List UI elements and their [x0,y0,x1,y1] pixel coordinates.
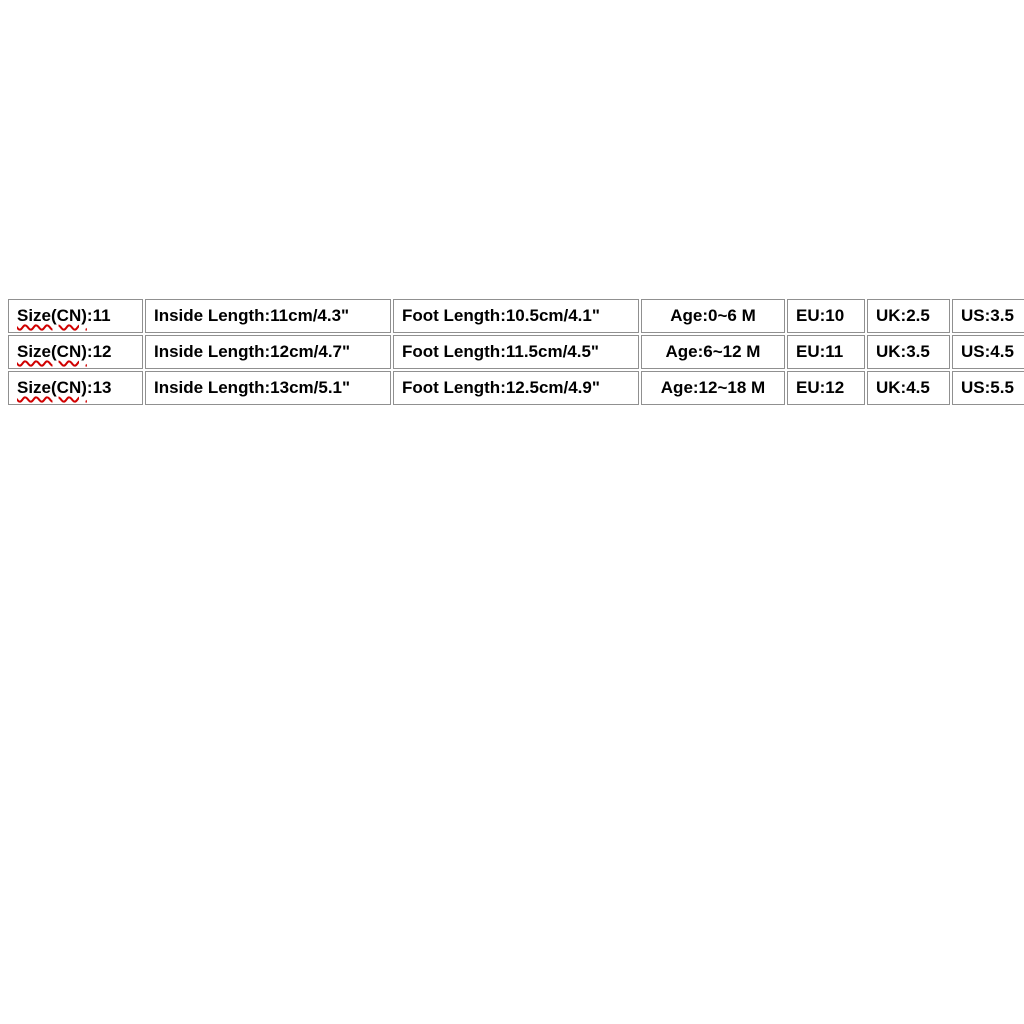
cell-foot-length: Foot Length:11.5cm/4.5" [393,335,639,369]
cell-foot-length: Foot Length:12.5cm/4.9" [393,371,639,405]
size-table: Size(CN):11 Inside Length:11cm/4.3" Foot… [6,297,1024,407]
value-size-cn-num: 13 [93,378,112,397]
cell-us: US:5.5 [952,371,1024,405]
cell-eu: EU:11 [787,335,865,369]
cell-us: US:3.5 [952,299,1024,333]
cell-age: Age:12~18 M [641,371,785,405]
cell-eu: EU:10 [787,299,865,333]
label-size-cn: Size(CN) [17,378,87,397]
cell-eu: EU:12 [787,371,865,405]
cell-inside-length: Inside Length:12cm/4.7" [145,335,391,369]
label-size-cn: Size(CN) [17,306,87,325]
cell-size-cn: Size(CN):12 [8,335,143,369]
label-size-cn: Size(CN) [17,342,87,361]
table-row: Size(CN):13 Inside Length:13cm/5.1" Foot… [8,371,1024,405]
cell-uk: UK:2.5 [867,299,950,333]
table-row: Size(CN):12 Inside Length:12cm/4.7" Foot… [8,335,1024,369]
value-size-cn-num: 11 [93,306,111,325]
cell-inside-length: Inside Length:13cm/5.1" [145,371,391,405]
cell-age: Age:0~6 M [641,299,785,333]
cell-inside-length: Inside Length:11cm/4.3" [145,299,391,333]
cell-size-cn: Size(CN):13 [8,371,143,405]
cell-us: US:4.5 [952,335,1024,369]
cell-uk: UK:3.5 [867,335,950,369]
cell-age: Age:6~12 M [641,335,785,369]
table-row: Size(CN):11 Inside Length:11cm/4.3" Foot… [8,299,1024,333]
cell-size-cn: Size(CN):11 [8,299,143,333]
size-table-wrapper: Size(CN):11 Inside Length:11cm/4.3" Foot… [6,297,1018,407]
cell-uk: UK:4.5 [867,371,950,405]
value-size-cn-num: 12 [93,342,112,361]
cell-foot-length: Foot Length:10.5cm/4.1" [393,299,639,333]
